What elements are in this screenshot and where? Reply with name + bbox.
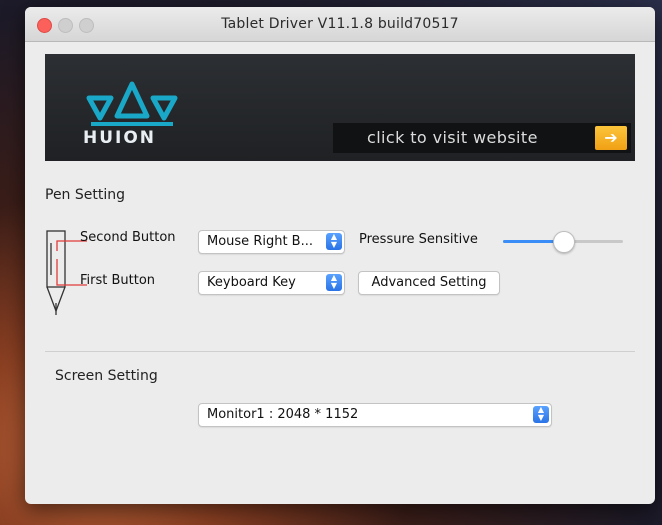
pressure-sensitive-label: Pressure Sensitive (359, 232, 478, 247)
section-divider (45, 351, 635, 352)
second-button-select[interactable]: Mouse Right B... ▲ ▼ (198, 230, 345, 254)
screen-setting-title: Screen Setting (55, 368, 158, 384)
pen-setting-title: Pen Setting (45, 187, 126, 203)
second-button-value: Mouse Right B... (207, 234, 313, 249)
second-button-label: Second Button (80, 230, 176, 245)
monitor-select[interactable]: Monitor1 : 2048 * 1152 ▲ ▼ (198, 403, 552, 427)
first-button-select[interactable]: Keyboard Key ▲ ▼ (198, 271, 345, 295)
visit-website-label: click to visit website (367, 128, 538, 147)
app-window: Tablet Driver V11.1.8 build70517 HUION c… (25, 7, 655, 504)
pressure-slider[interactable] (503, 231, 623, 253)
arrow-right-icon: ➔ (595, 126, 627, 150)
first-button-label: First Button (80, 273, 156, 288)
slider-knob[interactable] (553, 231, 575, 253)
title-bar: Tablet Driver V11.1.8 build70517 (25, 7, 655, 42)
advanced-setting-button[interactable]: Advanced Setting (358, 271, 500, 295)
stepper-icon: ▲ ▼ (533, 406, 549, 423)
stepper-icon: ▲ ▼ (326, 233, 342, 250)
stepper-icon: ▲ ▼ (326, 274, 342, 291)
huion-banner: HUION click to visit website ➔ (45, 54, 635, 161)
brand-name: HUION (83, 128, 157, 148)
monitor-value: Monitor1 : 2048 * 1152 (207, 407, 359, 422)
first-button-value: Keyboard Key (207, 275, 296, 290)
visit-website-button[interactable]: click to visit website ➔ (333, 123, 631, 153)
window-title: Tablet Driver V11.1.8 build70517 (221, 16, 459, 32)
